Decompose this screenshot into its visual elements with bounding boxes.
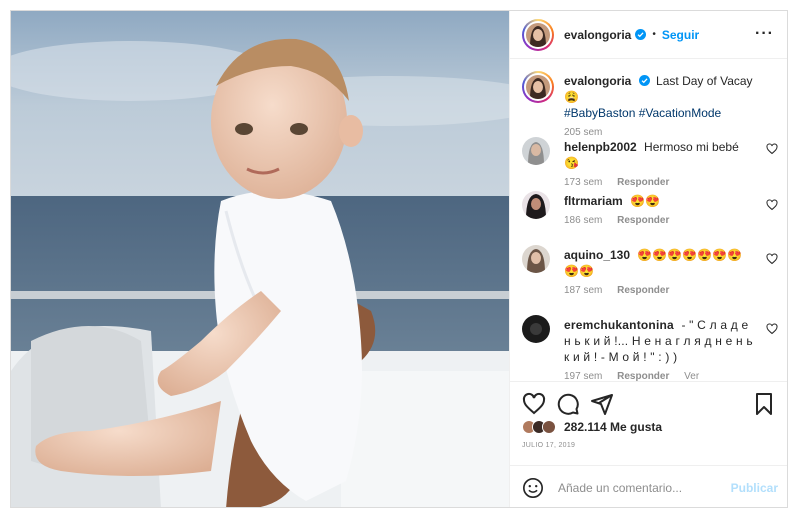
post-sidebar: evalongoria • Seguir ··· evalongoria Las…	[509, 11, 787, 507]
comment-body: Hermoso mi bebé	[644, 140, 739, 154]
comment-avatar[interactable]	[522, 191, 550, 219]
caption-body: Last Day of Vacay	[656, 74, 753, 88]
liker-avatar	[542, 420, 556, 434]
follow-button[interactable]: Seguir	[662, 28, 699, 42]
comment-avatar[interactable]	[522, 245, 550, 273]
like-comment-heart-icon[interactable]	[766, 199, 778, 211]
like-comment-heart-icon[interactable]	[766, 143, 778, 155]
likes-summary[interactable]: 282.114 Me gusta	[522, 420, 662, 434]
comment-bubble-icon[interactable]	[556, 392, 580, 416]
comments-list[interactable]: evalongoria Last Day of Vacay 😩 #BabyBas…	[510, 59, 787, 381]
comment-item: aquino_130 😍😍😍😍😍😍😍😍😍 187 sem Responder	[510, 237, 787, 307]
avatar-photo	[526, 75, 550, 99]
comment-time[interactable]: 187 sem	[564, 285, 602, 296]
comment-time[interactable]: 197 sem	[564, 371, 602, 381]
like-comment-heart-icon[interactable]	[766, 323, 778, 335]
reply-button[interactable]: Responder	[617, 285, 669, 296]
comment-text: helenpb2002 Hermoso mi bebé 😘	[564, 139, 756, 171]
verified-badge-icon	[638, 75, 650, 86]
share-paper-plane-icon[interactable]	[590, 392, 614, 416]
comment-username[interactable]: helenpb2002	[564, 140, 637, 154]
comment-input[interactable]	[558, 480, 728, 495]
comment-item: fltrmariam 😍😍 186 sem Responder	[510, 183, 787, 237]
caption-text: evalongoria Last Day of Vacay 😩 #BabyBas…	[564, 73, 756, 121]
comment-text: aquino_130 😍😍😍😍😍😍😍😍😍	[564, 247, 756, 279]
comment-avatar[interactable]	[522, 137, 550, 165]
likes-count[interactable]: 282.114 Me gusta	[564, 420, 662, 434]
comment-meta: 197 sem Responder Ver traducción	[564, 371, 756, 381]
comment-text: fltrmariam 😍😍	[564, 193, 756, 209]
add-comment-bar: Publicar	[510, 465, 787, 507]
caption: evalongoria Last Day of Vacay 😩 #BabyBas…	[510, 59, 787, 138]
comment-emoji: 😍😍	[630, 194, 660, 208]
comment-meta: 186 sem Responder	[564, 215, 756, 226]
comment-avatar[interactable]	[522, 315, 550, 343]
like-comment-heart-icon[interactable]	[766, 253, 778, 265]
publish-button[interactable]: Publicar	[731, 481, 778, 495]
baby-on-boat-image	[11, 11, 509, 507]
comment-username[interactable]: fltrmariam	[564, 194, 623, 208]
save-bookmark-icon[interactable]	[752, 392, 776, 416]
caption-avatar[interactable]	[522, 71, 554, 103]
liker-avatars	[522, 420, 556, 434]
comment-time[interactable]: 186 sem	[564, 215, 602, 226]
post-header: evalongoria • Seguir ···	[510, 11, 787, 59]
comment-item: eremchukantonina - " С л а д е н ь к и й…	[510, 307, 787, 381]
separator-dot: •	[652, 29, 656, 40]
comment-meta: 187 sem Responder	[564, 285, 756, 296]
avatar-photo	[526, 22, 550, 47]
caption-hashtags[interactable]: #BabyBaston #VacationMode	[564, 106, 721, 120]
reply-button[interactable]: Responder	[617, 215, 669, 226]
post-modal: evalongoria • Seguir ··· evalongoria Las…	[10, 10, 788, 508]
post-actions: 282.114 Me gusta JULIO 17, 2019	[510, 381, 787, 465]
post-date[interactable]: JULIO 17, 2019	[522, 442, 575, 449]
comment-emoji: 😘	[564, 156, 579, 170]
author-username[interactable]: evalongoria	[564, 28, 631, 42]
verified-badge-icon	[635, 29, 647, 40]
reply-button[interactable]: Responder	[617, 371, 669, 381]
emoji-smiley-icon[interactable]	[522, 477, 544, 499]
comment-text: eremchukantonina - " С л а д е н ь к и й…	[564, 317, 756, 365]
more-options-icon[interactable]: ···	[755, 26, 774, 42]
author-avatar[interactable]	[522, 18, 554, 51]
caption-emoji: 😩	[564, 90, 579, 104]
post-photo[interactable]	[11, 11, 509, 507]
comment-username[interactable]: aquino_130	[564, 248, 630, 262]
comment-item: helenpb2002 Hermoso mi bebé 😘 173 sem Re…	[510, 127, 787, 188]
caption-username[interactable]: evalongoria	[564, 74, 631, 88]
comment-username[interactable]: eremchukantonina	[564, 318, 674, 332]
avatar-border	[524, 20, 552, 49]
avatar-border	[524, 73, 552, 101]
like-heart-icon[interactable]	[522, 392, 546, 416]
